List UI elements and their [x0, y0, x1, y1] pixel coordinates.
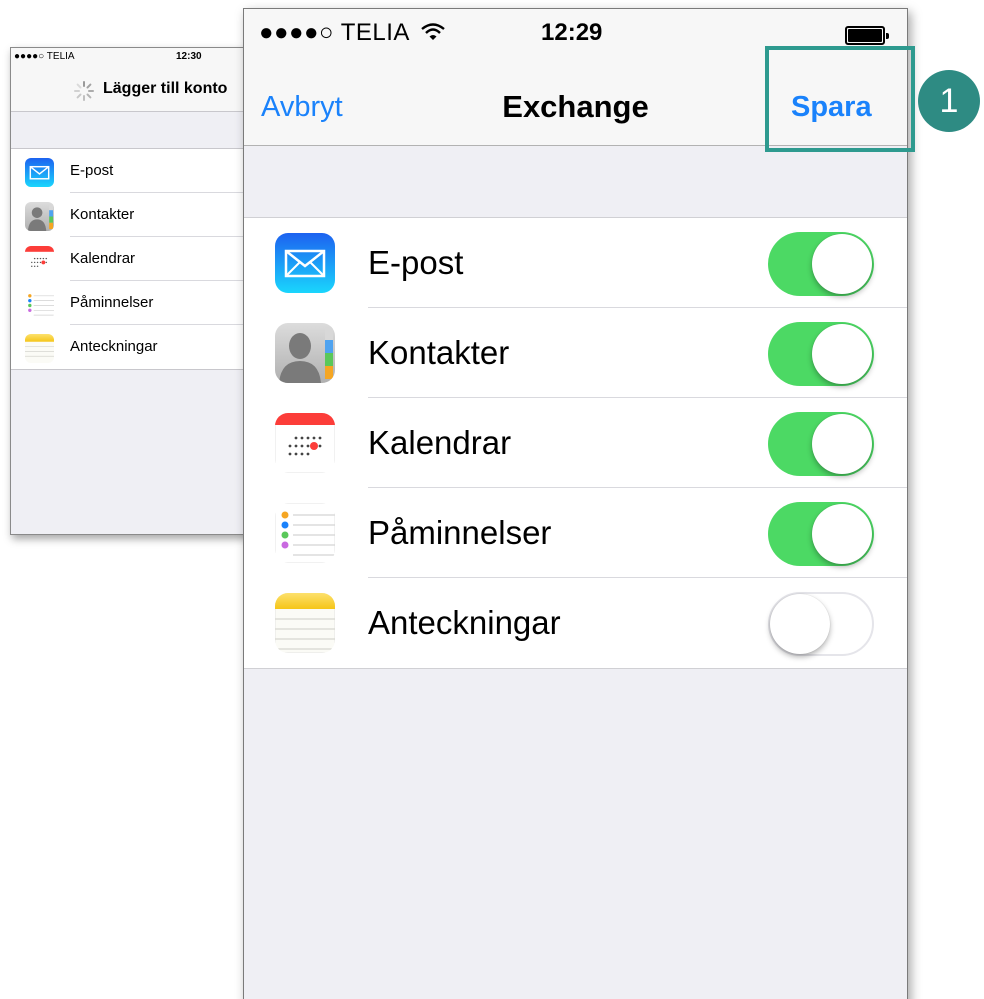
notes-toggle[interactable] — [768, 592, 874, 656]
list-item-notes: Anteckningar — [244, 578, 907, 668]
contacts-icon — [275, 323, 335, 383]
background-screen: ●●●●○ TELIA 12:30 Lägger till konto E-po… — [10, 47, 250, 535]
list-item-label: Kalendrar — [368, 424, 512, 461]
contacts-toggle[interactable] — [768, 322, 874, 386]
services-list: E-post Kontakter Kalendrar Påminnelser A… — [11, 148, 249, 370]
list-item-label: Påminnelser — [368, 514, 552, 551]
mail-icon — [25, 158, 54, 187]
list-item-label: Anteckningar — [70, 338, 158, 355]
list-item[interactable]: Anteckningar — [11, 325, 249, 369]
carrier-label: ●●●●○ TELIA — [259, 19, 446, 47]
status-bar: ●●●●○ TELIA 12:30 — [11, 48, 249, 66]
reminders-toggle[interactable] — [768, 502, 874, 566]
services-list: E-post Kontakter Kalendrar Påminnelser A… — [244, 217, 907, 669]
list-item-contacts: Kontakter — [244, 308, 907, 398]
list-item[interactable]: Påminnelser — [11, 281, 249, 325]
list-item[interactable]: Kontakter — [11, 193, 249, 237]
list-item-label: Anteckningar — [368, 604, 561, 641]
notes-icon — [25, 334, 54, 363]
cancel-button[interactable]: Avbryt — [261, 91, 343, 124]
list-item-label: E-post — [368, 244, 464, 281]
list-item-mail: E-post — [244, 218, 907, 308]
calendar-toggle[interactable] — [768, 412, 874, 476]
list-item[interactable]: Kalendrar — [11, 237, 249, 281]
reminders-icon — [275, 503, 335, 563]
list-item-label: Kontakter — [368, 334, 510, 371]
list-item-label: Kalendrar — [70, 250, 136, 267]
spinner-icon — [74, 81, 94, 101]
nav-bar: Lägger till konto — [11, 66, 249, 112]
mail-icon — [275, 233, 335, 293]
list-item-label: E-post — [70, 162, 114, 179]
nav-title: Lägger till konto — [103, 80, 228, 97]
wifi-icon — [421, 23, 445, 40]
mail-toggle[interactable] — [768, 232, 874, 296]
calendar-icon — [275, 413, 335, 473]
notes-icon — [275, 593, 335, 653]
step-callout: 1 — [918, 70, 980, 132]
list-item-reminders: Påminnelser — [244, 488, 907, 578]
carrier-label: ●●●●○ TELIA — [14, 51, 75, 62]
contacts-icon — [25, 202, 54, 231]
list-item-label: Kontakter — [70, 206, 135, 223]
list-item-label: Påminnelser — [70, 294, 154, 311]
calendar-icon — [25, 246, 54, 275]
reminders-icon — [25, 290, 54, 319]
clock: 12:29 — [541, 19, 603, 46]
list-item-calendar: Kalendrar — [244, 398, 907, 488]
battery-icon — [845, 26, 889, 45]
list-item[interactable]: E-post — [11, 149, 249, 193]
exchange-screen: ●●●●○ TELIA 12:29 Avbryt Exchange Spara … — [243, 8, 908, 999]
clock: 12:30 — [176, 51, 202, 62]
save-button-highlight — [765, 46, 915, 152]
